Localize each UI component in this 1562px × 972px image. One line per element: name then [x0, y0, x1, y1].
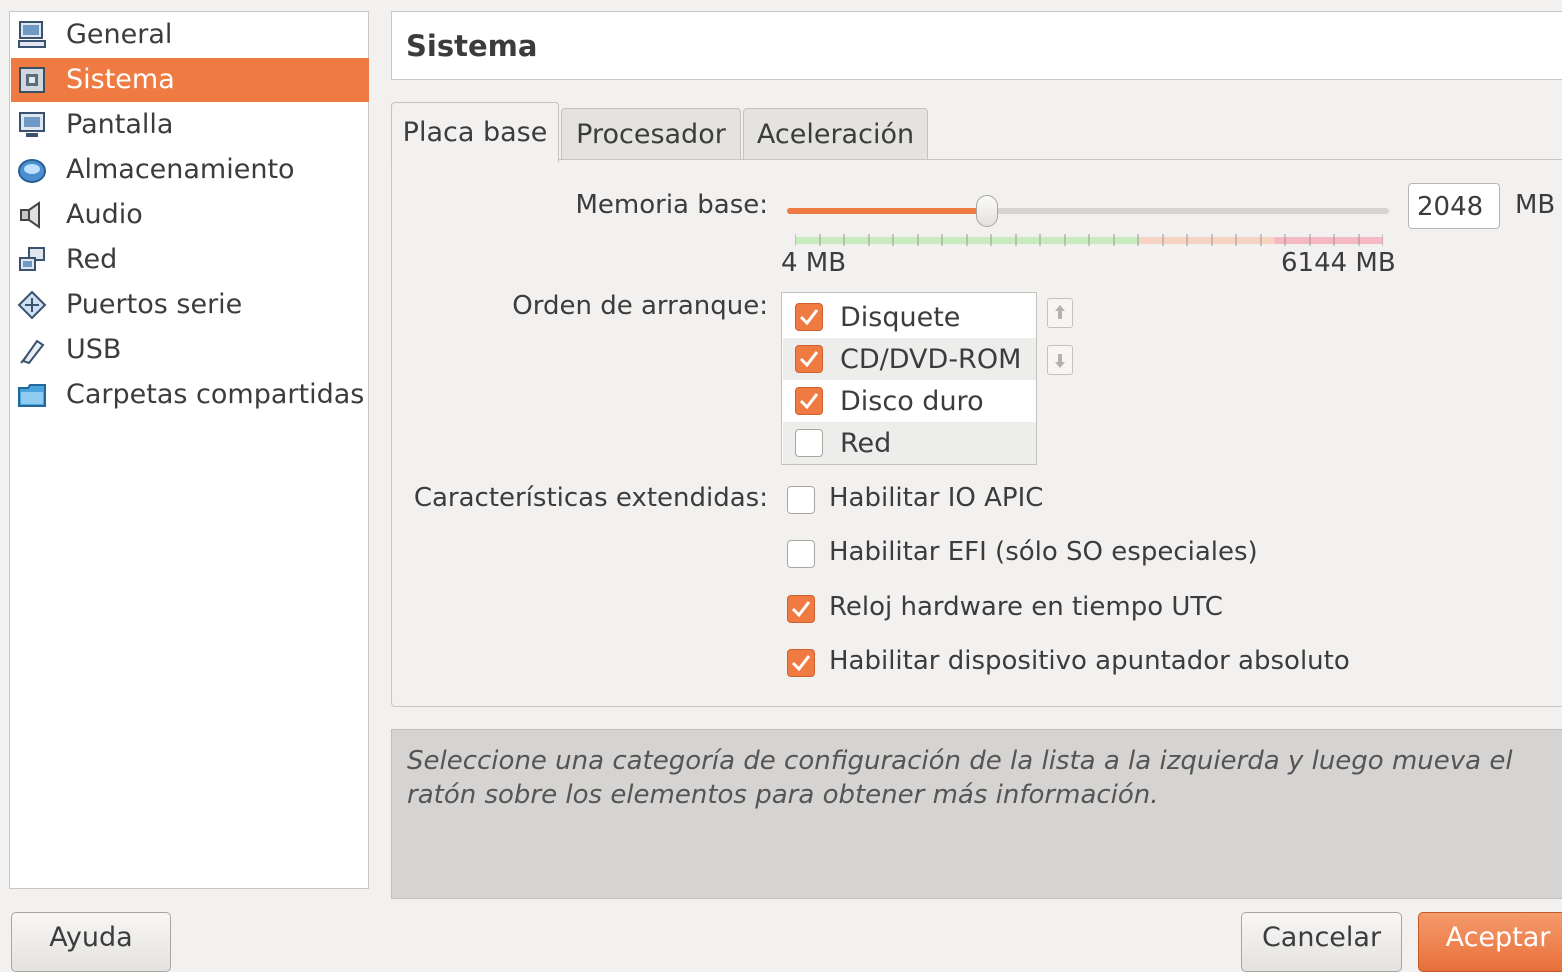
- memory-max-label: 6144 MB: [1281, 248, 1396, 278]
- disk-icon: [18, 159, 46, 183]
- cancel-button[interactable]: Cancelar: [1241, 912, 1402, 972]
- move-up-button[interactable]: [1047, 298, 1073, 328]
- tab-placa-base[interactable]: Placa base: [391, 102, 559, 162]
- sidebar-item-carpetas-compartidas[interactable]: Carpetas compartidas: [11, 373, 369, 417]
- sidebar-item-audio[interactable]: Audio: [11, 193, 369, 237]
- sidebar-item-label: Carpetas compartidas: [66, 379, 365, 410]
- sidebar-item-pantalla[interactable]: Pantalla: [11, 103, 369, 147]
- boot-item-label: Red: [840, 428, 892, 459]
- sidebar-item-general[interactable]: General: [11, 13, 369, 57]
- sidebar-item-label: Almacenamiento: [66, 154, 295, 185]
- sidebar-item-almacenamiento[interactable]: Almacenamiento: [11, 148, 369, 192]
- sidebar-item-red[interactable]: Red: [11, 238, 369, 282]
- check-icon: [791, 655, 811, 672]
- memory-slider-scale: [795, 234, 1383, 246]
- efi-checkbox[interactable]: [787, 540, 815, 568]
- boot-item-checkbox[interactable]: [795, 303, 823, 331]
- boot-item-disquete[interactable]: Disquete: [783, 296, 1036, 338]
- settings-category-list[interactable]: General Sistema Pantalla Almacenamiento …: [9, 11, 369, 889]
- sidebar-item-label: USB: [66, 334, 122, 365]
- boot-item-label: CD/DVD-ROM: [840, 344, 1022, 375]
- info-pane: Seleccione una categoría de configuració…: [391, 729, 1562, 899]
- io-apic-checkbox[interactable]: [787, 486, 815, 514]
- sidebar-item-label: General: [66, 19, 173, 50]
- boot-order-list[interactable]: Disquete CD/DVD-ROM Disco duro Red: [781, 292, 1037, 465]
- boot-order-label: Orden de arranque:: [512, 291, 768, 321]
- move-down-button[interactable]: [1047, 345, 1073, 375]
- memory-unit-label: MB: [1515, 190, 1556, 220]
- serial-port-icon: [17, 290, 47, 320]
- utc-clock-label[interactable]: Reloj hardware en tiempo UTC: [829, 592, 1223, 622]
- boot-item-disco-duro[interactable]: Disco duro: [783, 380, 1036, 422]
- usb-icon: [20, 339, 45, 365]
- boot-item-red[interactable]: Red: [783, 422, 1036, 464]
- io-apic-label[interactable]: Habilitar IO APIC: [829, 483, 1043, 513]
- memory-value-input[interactable]: 2048: [1408, 183, 1500, 229]
- utc-clock-checkbox[interactable]: [787, 595, 815, 623]
- arrow-up-icon: [1055, 305, 1065, 319]
- memory-min-label: 4 MB: [781, 248, 847, 278]
- check-icon: [799, 393, 819, 410]
- sidebar-item-label: Audio: [66, 199, 143, 230]
- tab-procesador[interactable]: Procesador: [561, 108, 741, 160]
- sidebar-item-usb[interactable]: USB: [11, 328, 369, 372]
- absolute-pointer-label[interactable]: Habilitar dispositivo apuntador absoluto: [829, 646, 1350, 676]
- info-text: Seleccione una categoría de configuració…: [407, 746, 1513, 810]
- computer-icon: [18, 21, 46, 48]
- help-button[interactable]: Ayuda: [11, 912, 171, 972]
- arrow-down-icon: [1055, 354, 1065, 368]
- absolute-pointer-checkbox[interactable]: [787, 649, 815, 677]
- sidebar-item-puertos-serie[interactable]: Puertos serie: [11, 283, 369, 327]
- check-icon: [799, 309, 819, 326]
- monitor-icon: [19, 112, 45, 137]
- boot-item-checkbox[interactable]: [795, 429, 823, 457]
- network-icon: [19, 247, 45, 271]
- ok-button[interactable]: Aceptar: [1418, 912, 1562, 972]
- page-header: Sistema: [391, 11, 1562, 80]
- tab-aceleracion[interactable]: Aceleración: [743, 108, 928, 160]
- boot-item-label: Disquete: [840, 302, 961, 333]
- memory-slider-handle[interactable]: [976, 195, 998, 227]
- boot-item-label: Disco duro: [840, 386, 984, 417]
- sidebar-item-sistema[interactable]: Sistema: [11, 58, 369, 102]
- check-icon: [791, 601, 811, 618]
- speaker-icon: [20, 201, 40, 229]
- sidebar-item-label: Pantalla: [66, 109, 174, 140]
- sidebar-item-label: Sistema: [66, 64, 175, 95]
- efi-label[interactable]: Habilitar EFI (sólo SO especiales): [829, 537, 1258, 567]
- extended-features-label: Características extendidas:: [413, 483, 768, 513]
- check-icon: [799, 351, 819, 368]
- boot-item-checkbox[interactable]: [795, 387, 823, 415]
- memory-label: Memoria base:: [575, 190, 768, 220]
- motherboard-icon: [19, 67, 45, 93]
- page-title: Sistema: [406, 29, 538, 63]
- memory-slider-fill: [787, 208, 987, 214]
- sidebar-item-label: Red: [66, 244, 118, 275]
- sidebar-item-label: Puertos serie: [66, 289, 243, 320]
- folder-icon: [18, 384, 46, 407]
- boot-item-cd-dvd-rom[interactable]: CD/DVD-ROM: [783, 338, 1036, 380]
- boot-item-checkbox[interactable]: [795, 345, 823, 373]
